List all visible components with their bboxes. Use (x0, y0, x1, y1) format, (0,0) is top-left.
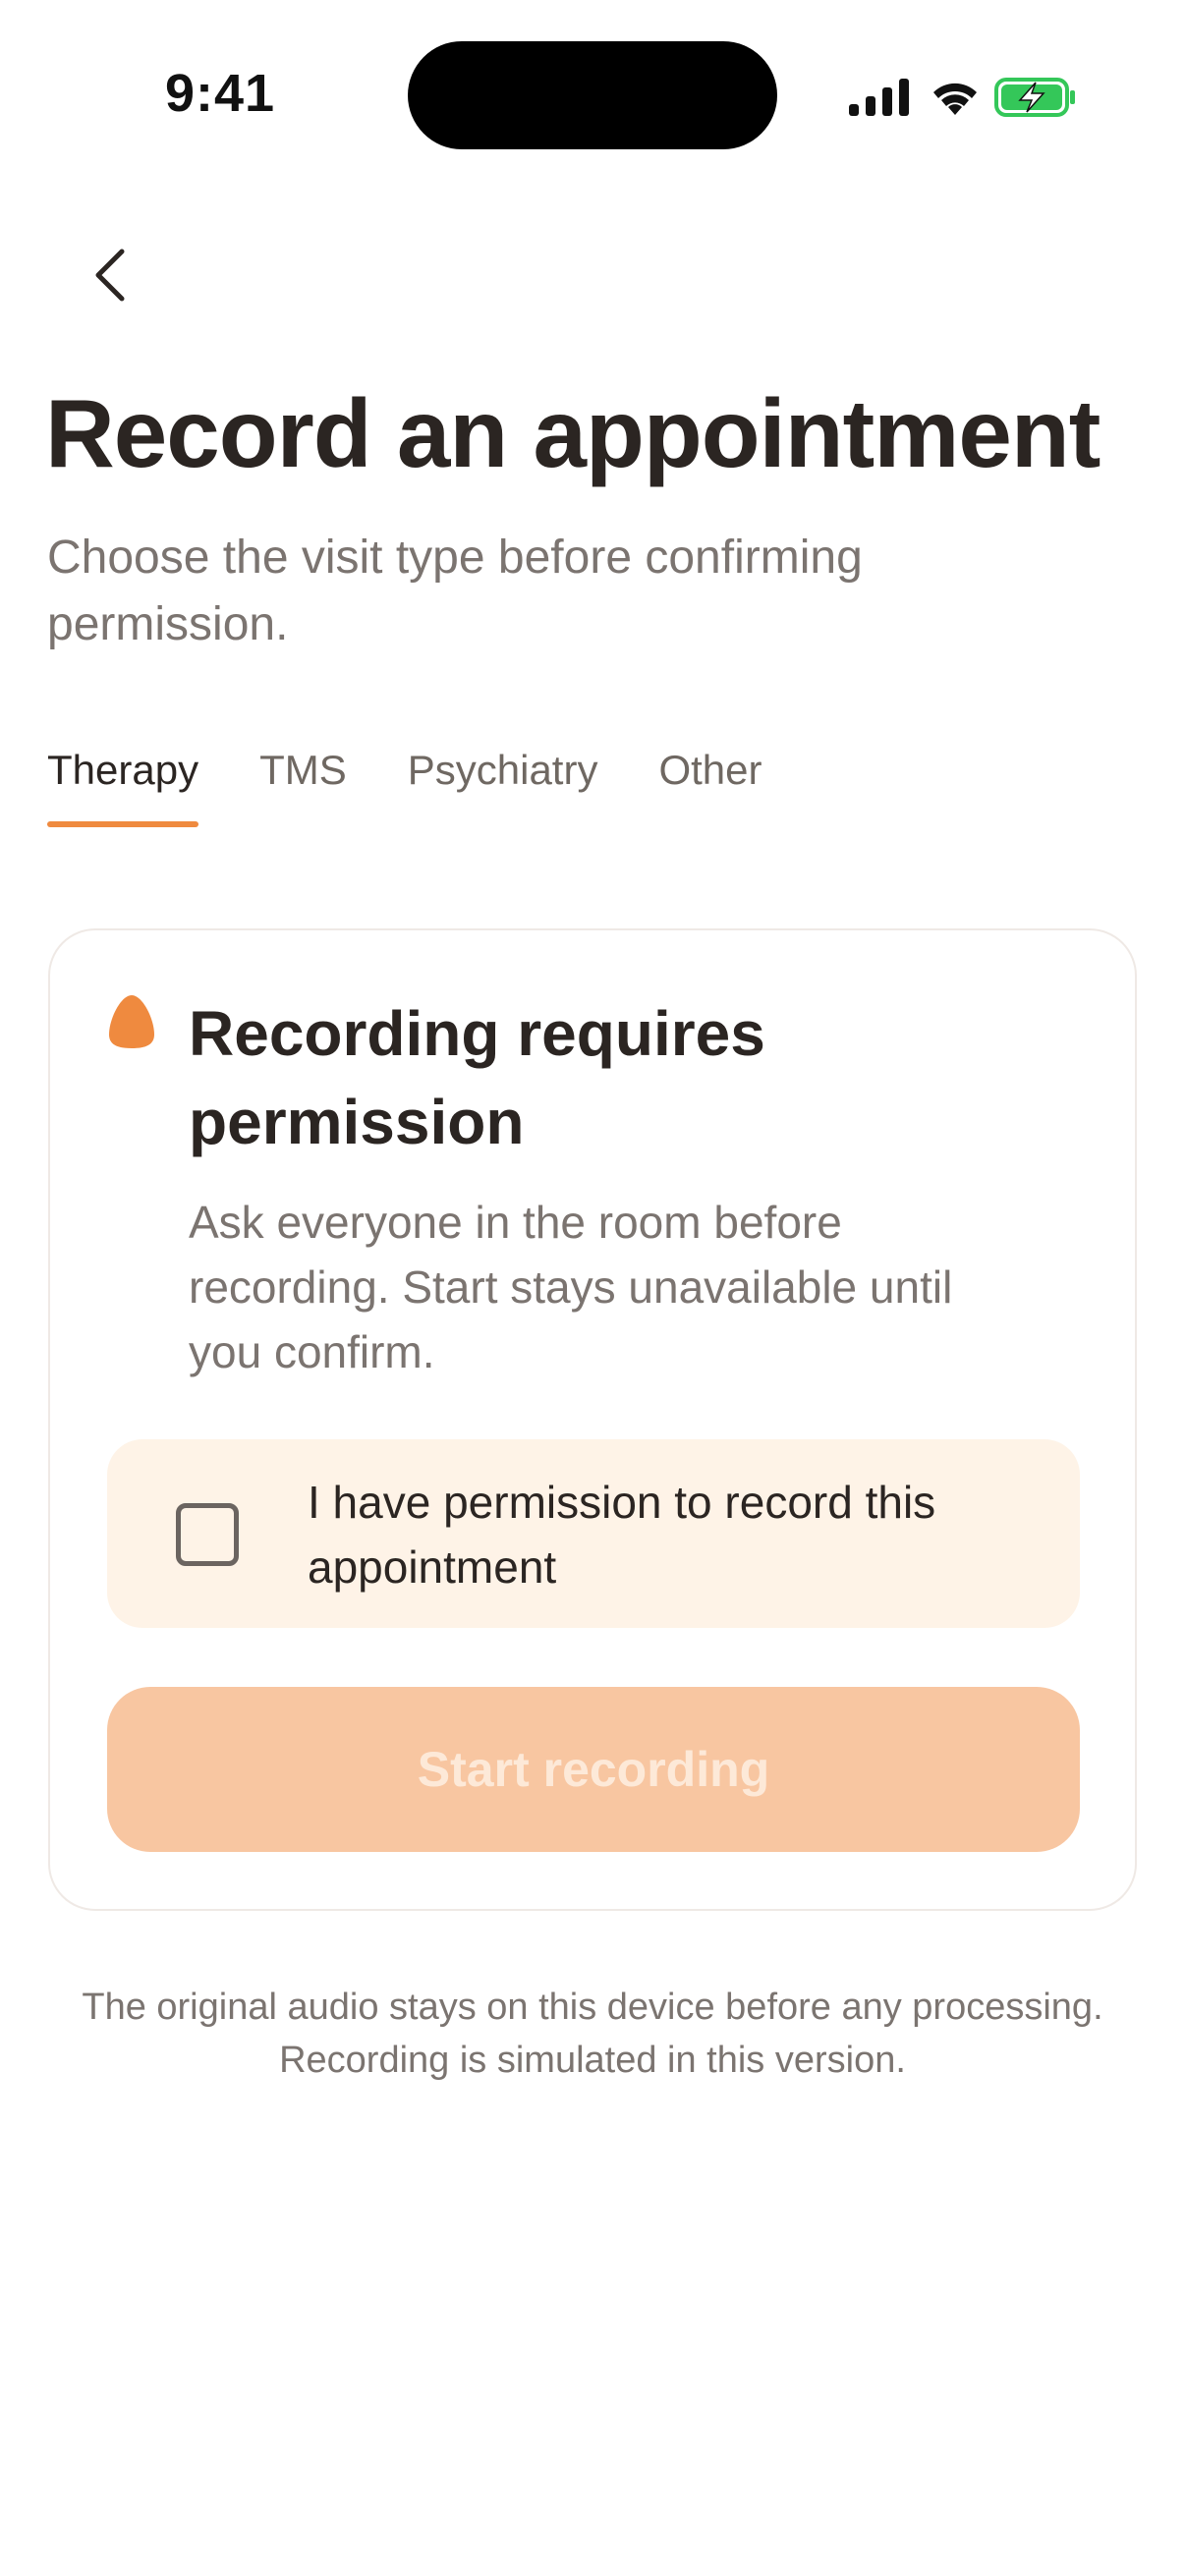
tab-tms[interactable]: TMS (259, 747, 347, 827)
dynamic-island (408, 41, 777, 149)
permission-checkbox[interactable] (176, 1503, 239, 1566)
card-title: Recording requires permission (189, 998, 765, 1157)
tab-other[interactable]: Other (658, 747, 762, 827)
back-button[interactable] (75, 242, 145, 312)
status-bar: 9:41 (0, 0, 1185, 196)
card-body: Ask everyone in the room before recordin… (189, 1197, 953, 1377)
permission-checkbox-row[interactable]: I have permission to record this appoint… (107, 1439, 1080, 1628)
page-title: Record an appointment (45, 379, 1100, 487)
battery-charging-icon (994, 77, 1077, 118)
permission-checkbox-label: I have permission to record this appoint… (308, 1477, 936, 1593)
permission-card: Recording requires permission Ask everyo… (48, 928, 1137, 1911)
start-recording-button[interactable]: Start recording (107, 1687, 1080, 1852)
tab-therapy[interactable]: Therapy (47, 747, 199, 827)
record-appointment-screen: 9:41 Record an appointment Choose the vi… (0, 0, 1185, 2576)
visit-type-tabs: Therapy TMS Psychiatry Other (47, 747, 823, 827)
status-time: 9:41 (165, 64, 276, 123)
microphone-icon (107, 993, 156, 1050)
chevron-left-icon (92, 248, 128, 308)
cellular-signal-icon (849, 79, 912, 116)
wifi-icon (930, 78, 981, 117)
page-subtitle: Choose the visit type before confirming … (47, 532, 863, 650)
status-icons (849, 77, 1077, 118)
tab-psychiatry[interactable]: Psychiatry (408, 747, 598, 827)
footer-note: The original audio stays on this device … (82, 1987, 1103, 2081)
